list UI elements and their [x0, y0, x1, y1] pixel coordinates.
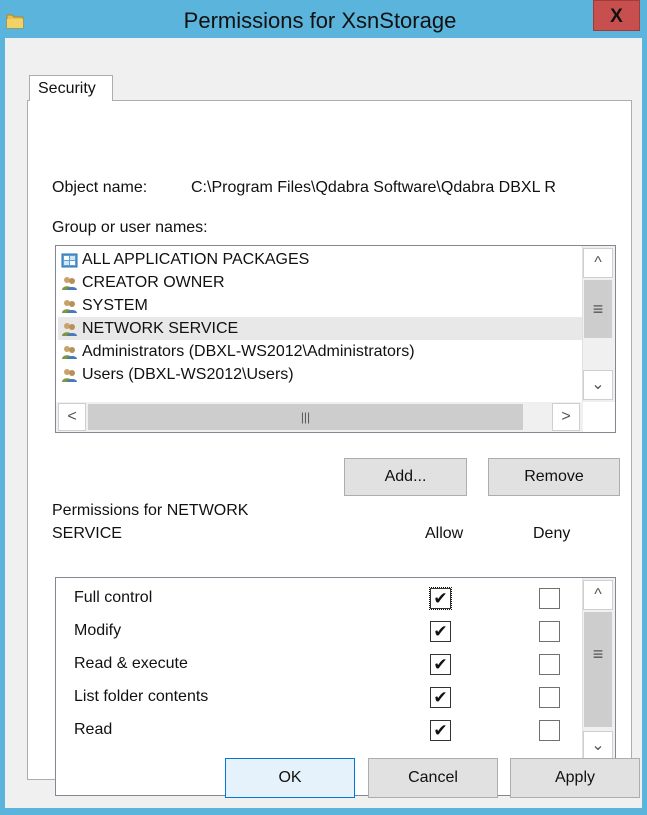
- dialog-window: Permissions for XsnStorage X Security Ob…: [0, 0, 647, 815]
- group-list-item-label: Users (DBXL-WS2012\Users): [82, 366, 294, 383]
- scroll-up-button[interactable]: ^: [583, 248, 613, 278]
- cancel-button[interactable]: Cancel: [368, 758, 498, 798]
- permissions-label: Permissions for NETWORK: [52, 502, 249, 519]
- group-list-vscrollbar[interactable]: ^ ≡ ⌄: [582, 246, 615, 402]
- apply-button[interactable]: Apply: [510, 758, 640, 798]
- deny-checkbox[interactable]: [539, 588, 560, 609]
- add-button[interactable]: Add...: [344, 458, 467, 496]
- checkmark-icon: ✔: [433, 622, 448, 641]
- object-name-label: Object name:: [52, 179, 148, 196]
- scroll-down-button[interactable]: ⌄: [583, 370, 613, 400]
- permission-name: Modify: [74, 622, 122, 639]
- grip-icon: ≡: [592, 644, 604, 664]
- allow-checkbox[interactable]: ✔: [429, 587, 452, 610]
- title-bar[interactable]: Permissions for XsnStorage X: [0, 0, 647, 38]
- group-user-list[interactable]: ALL APPLICATION PACKAGES CREATOR OWNER SYS…: [55, 245, 616, 433]
- grip-icon: ≡: [592, 299, 604, 319]
- group-list-hscrollbar[interactable]: < ||| >: [56, 402, 583, 432]
- deny-checkbox[interactable]: [539, 621, 560, 642]
- tab-security[interactable]: Security: [29, 75, 113, 101]
- permissions-label-line2: SERVICE: [52, 525, 122, 542]
- group-list-item[interactable]: NETWORK SERVICE: [58, 317, 585, 340]
- users-icon: [61, 344, 78, 359]
- window-title: Permissions for XsnStorage: [183, 8, 457, 33]
- deny-checkbox[interactable]: [539, 720, 560, 741]
- group-list-item-label: NETWORK SERVICE: [82, 320, 239, 337]
- checkmark-icon: ✔: [433, 688, 448, 707]
- scroll-thumb[interactable]: ≡: [584, 612, 612, 727]
- folder-icon: [6, 14, 24, 29]
- checkmark-icon: ✔: [433, 655, 448, 674]
- users-icon: [61, 298, 78, 313]
- close-button[interactable]: X: [593, 0, 640, 31]
- scroll-up-button[interactable]: ^: [583, 580, 613, 610]
- users-icon: [61, 367, 78, 382]
- scroll-down-button[interactable]: ⌄: [583, 731, 613, 761]
- group-list-item-label: Administrators (DBXL-WS2012\Administrato…: [82, 343, 415, 360]
- chevron-left-icon: <: [67, 408, 77, 425]
- group-list-item[interactable]: CREATOR OWNER: [58, 271, 585, 294]
- allow-checkbox[interactable]: ✔: [430, 654, 451, 675]
- allow-checkbox[interactable]: ✔: [430, 687, 451, 708]
- checkmark-icon: ✔: [433, 589, 448, 608]
- permission-name: Read: [74, 721, 113, 738]
- allow-header: Allow: [425, 525, 464, 542]
- chevron-down-icon: ⌄: [591, 737, 605, 754]
- remove-button[interactable]: Remove: [488, 458, 620, 496]
- group-list-item-label: SYSTEM: [82, 297, 148, 314]
- scroll-right-button[interactable]: >: [552, 403, 580, 431]
- group-list-item[interactable]: SYSTEM: [58, 294, 585, 317]
- deny-checkbox[interactable]: [539, 654, 560, 675]
- object-name-value: C:\Program Files\Qdabra Software\Qdabra …: [191, 179, 556, 196]
- chevron-up-icon: ^: [594, 254, 602, 271]
- users-icon: [61, 275, 78, 290]
- deny-checkbox[interactable]: [539, 687, 560, 708]
- scroll-left-button[interactable]: <: [58, 403, 86, 431]
- packages-icon: [61, 252, 78, 268]
- chevron-down-icon: ⌄: [591, 376, 605, 393]
- dialog-body: Security Object name: C:\Program Files\Q…: [5, 38, 642, 808]
- ok-button[interactable]: OK: [225, 758, 355, 798]
- group-list-item-label: ALL APPLICATION PACKAGES: [82, 251, 310, 268]
- permission-name: List folder contents: [74, 688, 209, 705]
- checkmark-icon: ✔: [433, 721, 448, 740]
- scroll-thumb[interactable]: ≡: [584, 280, 612, 338]
- users-icon: [61, 321, 78, 336]
- group-list-item[interactable]: Administrators (DBXL-WS2012\Administrato…: [58, 340, 585, 363]
- permission-name: Read & execute: [74, 655, 188, 672]
- group-list-item[interactable]: Users (DBXL-WS2012\Users): [58, 363, 585, 386]
- chevron-up-icon: ^: [594, 586, 602, 603]
- group-list-item[interactable]: ALL APPLICATION PACKAGES: [58, 248, 585, 271]
- group-names-label: Group or user names:: [52, 219, 208, 236]
- grip-icon: |||: [300, 410, 311, 424]
- chevron-right-icon: >: [561, 408, 571, 425]
- security-panel: Object name: C:\Program Files\Qdabra Sof…: [27, 100, 632, 796]
- permission-name: Full control: [74, 589, 153, 606]
- allow-checkbox[interactable]: ✔: [430, 720, 451, 741]
- h-scroll-thumb[interactable]: |||: [88, 404, 523, 430]
- deny-header: Deny: [533, 525, 571, 542]
- allow-checkbox[interactable]: ✔: [430, 621, 451, 642]
- group-list-item-label: CREATOR OWNER: [82, 274, 225, 291]
